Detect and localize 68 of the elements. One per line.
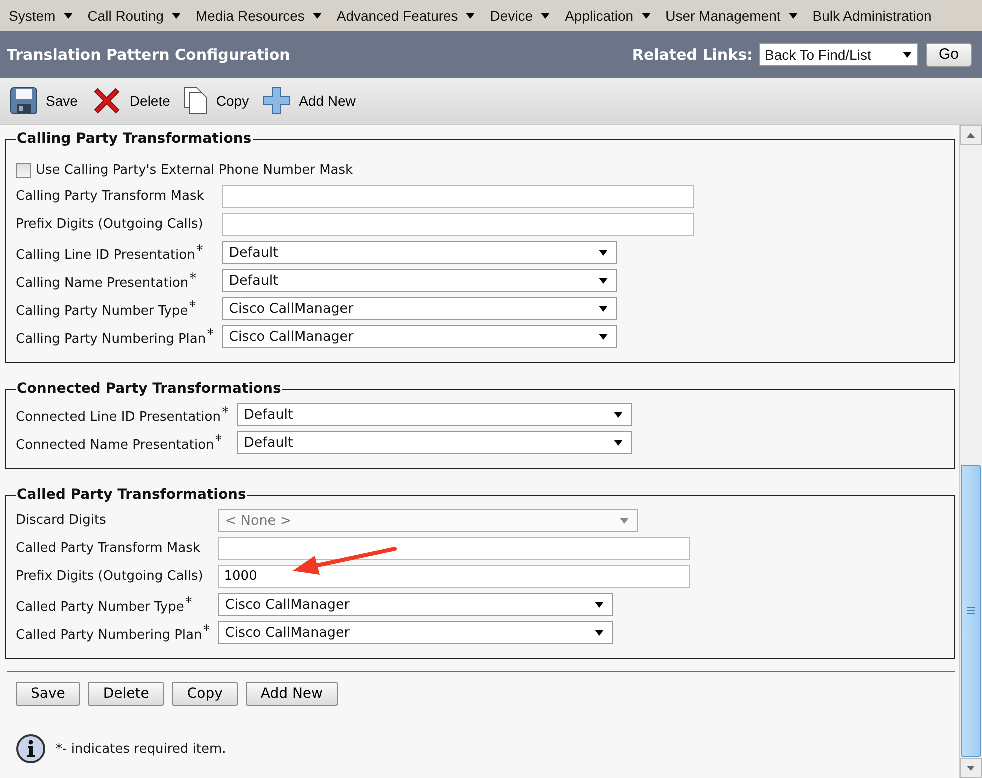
caret-icon [64, 12, 73, 18]
caret-icon [903, 52, 912, 58]
menu-item[interactable]: Device [490, 8, 550, 24]
field-label: Called Party Transform Mask [16, 541, 202, 556]
caret-icon [599, 250, 608, 256]
caret-icon [595, 602, 604, 608]
dropdown[interactable]: Default [236, 431, 632, 454]
dropdown[interactable]: Cisco CallManager [222, 325, 618, 348]
caret-icon [642, 12, 651, 18]
caret-icon [541, 12, 550, 18]
caret-icon [599, 334, 608, 340]
caret-icon [614, 440, 623, 446]
checkbox-label: Use Calling Party's External Phone Number Mask [36, 163, 354, 178]
grip-icon [967, 607, 975, 615]
caret-icon [599, 278, 608, 284]
dropdown[interactable]: Default [222, 269, 618, 292]
dropdown[interactable]: Cisco CallManager [218, 621, 614, 644]
caret-icon [614, 412, 623, 418]
menu-item[interactable]: User Management [666, 8, 798, 24]
page-title: Translation Pattern Configuration [7, 46, 290, 64]
toolbar-button[interactable]: Save [10, 87, 78, 115]
toolbar-button[interactable]: Copy [184, 87, 250, 115]
section-title: Connected Party Transformations [16, 381, 282, 397]
dropdown[interactable]: Default [222, 241, 618, 264]
copy-documents-icon [184, 87, 208, 115]
menu-item[interactable]: Media Resources [196, 8, 322, 24]
dropdown[interactable]: Cisco CallManager [218, 593, 614, 616]
caret-icon [172, 12, 181, 18]
checkbox[interactable] [16, 163, 31, 178]
action-button[interactable]: Delete [88, 682, 164, 706]
caret-icon [466, 12, 476, 18]
action-button[interactable]: Copy [172, 682, 238, 706]
field-label: Prefix Digits (Outgoing Calls) [16, 217, 204, 232]
related-links-dropdown[interactable]: Back To Find/List [759, 43, 918, 66]
caret-icon [599, 306, 608, 312]
menu-item[interactable]: Bulk Administration [812, 8, 932, 24]
action-button[interactable]: Add New [246, 682, 338, 706]
field-label: Calling Party Transform Mask [16, 189, 206, 204]
scrollbar[interactable] [959, 125, 982, 778]
menu-item[interactable]: Advanced Features [336, 8, 476, 24]
caret-icon [595, 630, 604, 636]
text-field[interactable] [218, 537, 690, 560]
menu-item[interactable]: Call Routing [88, 8, 181, 24]
action-button[interactable]: Save [16, 682, 80, 706]
info-icon [16, 734, 46, 764]
related-links-label: Related Links: [632, 46, 753, 64]
caret-icon [312, 12, 322, 18]
text-field[interactable] [222, 185, 694, 208]
plus-icon [263, 87, 292, 115]
caret-icon [788, 12, 798, 18]
go-button[interactable]: Go [926, 42, 972, 66]
delete-x-icon [92, 86, 122, 116]
dropdown[interactable]: Cisco CallManager [222, 297, 618, 320]
caret-icon [620, 518, 630, 524]
required-note: *- indicates required item. [56, 742, 226, 756]
field-label: Discard Digits [16, 513, 108, 528]
section-title: Calling Party Transformations [16, 131, 253, 147]
menu-item[interactable]: System [9, 8, 73, 24]
section-title: Called Party Transformations [16, 487, 248, 503]
menu-item[interactable]: Application [565, 8, 651, 24]
dropdown[interactable]: Default [236, 403, 632, 426]
text-field[interactable]: 1000 [218, 565, 690, 588]
toolbar-button[interactable]: Delete [92, 86, 170, 116]
field-label: Prefix Digits (Outgoing Calls) [16, 569, 204, 584]
scroll-up-icon [967, 132, 975, 138]
scroll-down-icon [967, 766, 975, 770]
text-field[interactable] [222, 213, 694, 236]
toolbar-button[interactable]: Add New [263, 87, 356, 115]
